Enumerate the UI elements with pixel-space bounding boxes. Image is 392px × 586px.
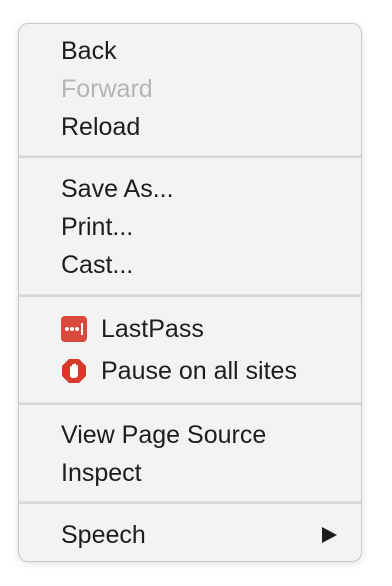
- menu-item-view-page-source[interactable]: View Page Source: [19, 416, 361, 454]
- menu-item-save-as[interactable]: Save As...: [19, 170, 361, 208]
- menu-item-reload-label: Reload: [61, 113, 141, 141]
- submenu-arrow-icon: [322, 527, 337, 543]
- menu-item-print[interactable]: Print...: [19, 208, 361, 246]
- menu-item-pause-on-all-sites-label: Pause on all sites: [101, 357, 297, 385]
- menu-item-lastpass-label: LastPass: [101, 315, 204, 343]
- menu-item-pause-on-all-sites[interactable]: Pause on all sites: [19, 352, 361, 390]
- menu-item-inspect[interactable]: Inspect: [19, 454, 361, 492]
- menu-separator: [19, 501, 361, 504]
- menu-separator: [19, 155, 361, 158]
- menu-item-lastpass[interactable]: LastPass: [19, 310, 361, 348]
- context-menu: Back Forward Reload Save As... Print... …: [18, 23, 362, 562]
- menu-item-reload[interactable]: Reload: [19, 108, 361, 146]
- menu-separator: [19, 294, 361, 297]
- menu-item-inspect-label: Inspect: [61, 459, 142, 487]
- menu-item-view-page-source-label: View Page Source: [61, 421, 267, 449]
- menu-item-speech[interactable]: Speech: [19, 516, 361, 554]
- adblock-stop-hand-icon: [62, 359, 86, 383]
- menu-item-cast[interactable]: Cast...: [19, 246, 361, 284]
- menu-item-forward-label: Forward: [61, 75, 153, 103]
- menu-item-forward: Forward: [19, 70, 361, 108]
- menu-item-back[interactable]: Back: [19, 32, 361, 70]
- menu-item-speech-label: Speech: [61, 521, 146, 549]
- menu-item-print-label: Print...: [61, 213, 134, 241]
- menu-item-save-as-label: Save As...: [61, 175, 174, 203]
- menu-separator: [19, 402, 361, 405]
- menu-item-back-label: Back: [61, 37, 117, 65]
- menu-item-cast-label: Cast...: [61, 251, 134, 279]
- lastpass-icon: [61, 316, 87, 342]
